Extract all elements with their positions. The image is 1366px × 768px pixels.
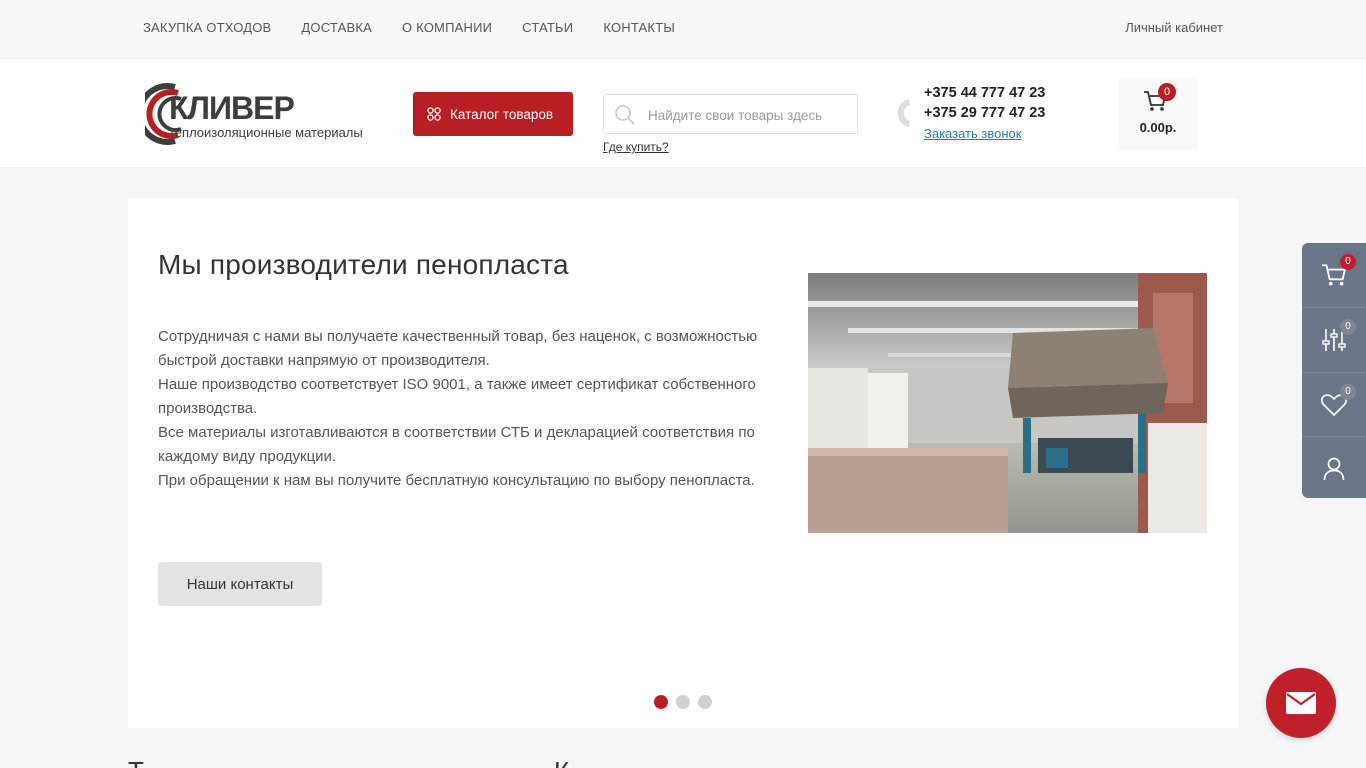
slider-dot-3[interactable] [698, 695, 712, 709]
side-compare-count: 0 [1340, 319, 1356, 335]
phone-number-1[interactable]: +375 44 777 47 23 [924, 85, 1045, 101]
phone-number-2[interactable]: +375 29 777 47 23 [924, 105, 1045, 121]
nav-item-about[interactable]: О КОМПАНИИ [402, 20, 492, 35]
personal-account-link[interactable]: Личный кабинет [1125, 20, 1223, 35]
mail-icon [1286, 692, 1316, 714]
nav-item-articles[interactable]: СТАТЬИ [522, 20, 573, 35]
side-compare-button[interactable]: 0 [1302, 307, 1366, 371]
user-icon [1323, 457, 1345, 480]
side-panel: 0 0 0 [1302, 243, 1366, 498]
side-cart-count: 0 [1340, 254, 1356, 270]
slide-paragraph: Все материалы изготавливаются в соответс… [158, 424, 755, 465]
logo-subtitle: теплоизоляционные материалы [169, 125, 363, 140]
our-contacts-button[interactable]: Наши контакты [158, 562, 322, 606]
factory-photo-illustration [808, 273, 1207, 533]
side-favorites-count: 0 [1340, 384, 1356, 400]
slider-dot-2[interactable] [676, 695, 690, 709]
slide-paragraph: При обращении к нам вы получите бесплатн… [158, 472, 755, 489]
side-cart-button[interactable]: 0 [1302, 243, 1366, 307]
feedback-mail-button[interactable] [1266, 668, 1336, 738]
side-account-button[interactable] [1302, 436, 1366, 500]
slide-paragraph: Наше производство соответствует ISO 9001… [158, 376, 756, 417]
side-favorites-button[interactable]: 0 [1302, 372, 1366, 436]
hero-slider: Мы производители пенопласта Сотрудничая … [128, 198, 1238, 728]
catalog-button[interactable]: Каталог товаров [413, 92, 573, 136]
slide-description: Сотрудничая с нами вы получаете качестве… [158, 325, 788, 493]
phone-icon [898, 99, 910, 127]
catalog-button-label: Каталог товаров [450, 106, 554, 122]
slide-paragraph: Сотрудничая с нами вы получаете качестве… [158, 328, 758, 369]
nav-item-contacts[interactable]: КОНТАКТЫ [603, 20, 675, 35]
where-to-buy-link[interactable]: Где купить? [603, 140, 669, 154]
logo-word: КЛИВЕР [169, 90, 295, 126]
header-cart[interactable]: 0 0.00р. [1118, 78, 1198, 149]
top-nav: ЗАКУПКА ОТХОДОВ ДОСТАВКА О КОМПАНИИ СТАТ… [143, 20, 675, 35]
slide-title: Мы производители пенопласта [158, 249, 569, 280]
nav-item-delivery[interactable]: ДОСТАВКА [301, 20, 372, 35]
request-call-link[interactable]: Заказать звонок [924, 126, 1021, 141]
top-bar: ЗАКУПКА ОТХОДОВ ДОСТАВКА О КОМПАНИИ СТАТ… [0, 0, 1366, 58]
search-input[interactable] [648, 104, 848, 126]
logo[interactable]: КЛИВЕР теплоизоляционные материалы [145, 83, 370, 145]
slider-dot-1[interactable] [654, 695, 668, 709]
section-heading-right: К [554, 756, 569, 768]
header: КЛИВЕР теплоизоляционные материалы Катал… [0, 58, 1366, 167]
search-icon[interactable] [614, 104, 636, 126]
section-heading-left: Т [128, 756, 144, 768]
search-box [603, 94, 858, 134]
grid-icon [427, 107, 441, 121]
nav-item-waste-purchase[interactable]: ЗАКУПКА ОТХОДОВ [143, 20, 271, 35]
cart-total: 0.00р. [1139, 120, 1177, 135]
cart-count-badge: 0 [1158, 83, 1176, 101]
factory-photo [808, 273, 1207, 533]
slider-pagination [654, 695, 712, 709]
